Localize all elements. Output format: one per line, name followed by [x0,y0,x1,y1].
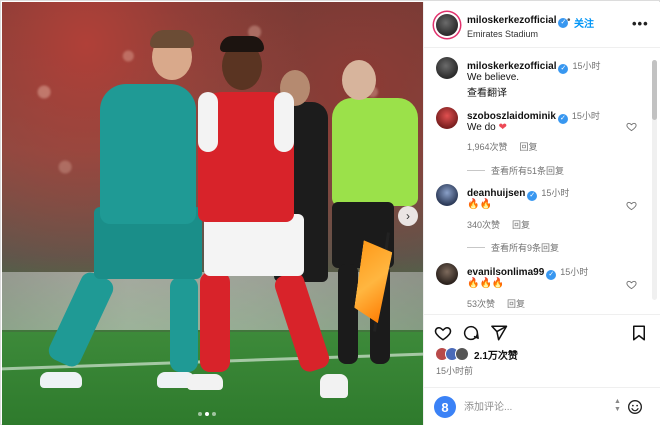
translate-link[interactable]: 查看翻译 [467,84,507,99]
comment-like-count[interactable]: 53次赞 [467,299,495,309]
likes-summary[interactable]: 2.1万次赞 [436,347,518,362]
carousel-dot-active [205,412,209,416]
liker-avatar [456,348,468,360]
teal-player-boot [40,372,82,388]
reply-button[interactable]: 回复 [520,142,538,152]
comment-avatar[interactable] [436,107,458,129]
reply-button[interactable]: 回复 [512,220,530,230]
more-icon[interactable]: ••• [632,16,649,31]
red-player-sleeve [198,92,218,152]
comment-text: 🔥🔥 [467,199,492,210]
scrollbar-thumb[interactable] [652,60,657,120]
red-player-shorts [204,214,304,276]
comment-time: 15小时 [571,111,600,121]
bookmark-icon[interactable] [630,324,648,342]
red-player-hair [220,36,264,52]
stepper-icon[interactable]: ▲ ▼ [614,398,621,414]
comment-input[interactable] [464,398,604,416]
teal-player-hair [150,30,194,48]
author-username-text[interactable]: miloskerkezofficial [467,15,556,26]
instagram-post-window: › miloskerkezofficial ✓ • 关注 Emirates Sta… [0,0,660,425]
comments-scrollbar[interactable] [652,60,657,300]
teal-player-shirt [100,84,196,224]
comment-text: We do ❤ [467,122,507,133]
caption-time: 15小时 [572,61,601,71]
referee-head [342,60,376,100]
comment-avatar[interactable] [436,263,458,285]
comment-meta: 1,964次赞 回复 [467,140,550,153]
heart-emoji: ❤ [498,122,507,133]
comment-meta: 340次赞 回复 [467,218,542,231]
comment-username[interactable]: deanhuijsen [467,188,525,199]
verified-icon: ✓ [546,270,557,280]
comment-like-count[interactable]: 340次赞 [467,220,500,230]
separator-dot: • [567,15,571,26]
referee-shirt [332,98,418,206]
heart-icon[interactable] [626,279,637,290]
carousel-dot [198,412,202,416]
red-player-sock [200,272,230,372]
comment-username[interactable]: szoboszlaidominik [467,111,556,122]
like-count[interactable]: 2.1万次赞 [474,347,518,362]
follow-button[interactable]: 关注 [574,15,594,30]
verified-icon: ✓ [557,114,568,124]
verified-icon: ✓ [558,64,569,74]
carousel-next-button[interactable]: › [398,206,418,226]
comment-like-count[interactable]: 1,964次赞 [467,142,508,152]
likers-avatars [436,348,470,360]
verified-icon: ✓ [527,191,538,201]
red-player-boot [320,374,348,398]
reply-button[interactable]: 回复 [507,299,525,309]
comment-text-body: We do [467,122,496,133]
heart-icon[interactable] [434,324,452,342]
chevron-right-icon: › [406,209,410,223]
comment-composer: 8 ▲▼ [424,387,660,425]
post-time: 15小时前 [436,366,474,376]
comment-username[interactable]: evanilsonlima99 [467,267,544,278]
heart-icon[interactable] [626,200,637,211]
comment-avatar[interactable] [436,184,458,206]
teal-player-leg [170,277,198,372]
comment-meta: 53次赞 回复 [467,297,537,310]
heart-icon[interactable] [626,121,637,132]
location-link[interactable]: Emirates Stadium [467,29,538,39]
post-side-panel: miloskerkezofficial ✓ • 关注 Emirates Stadi… [423,2,660,425]
caption-avatar[interactable] [436,57,458,79]
caption-username[interactable]: miloskerkezofficial [467,61,556,72]
referee-leg [338,264,358,364]
post-header: miloskerkezofficial ✓ • 关注 Emirates Stadi… [424,2,660,48]
red-player-boot [187,374,223,390]
comment-time: 15小时 [560,267,589,277]
comment-icon[interactable] [462,324,480,342]
emoji-icon[interactable] [627,399,643,415]
carousel-dot [212,412,216,416]
share-icon[interactable] [490,324,508,342]
red-player-sleeve [274,92,294,152]
view-replies-link[interactable]: 查看所有9条回复 [467,241,559,254]
current-user-avatar: 8 [434,396,456,418]
caption-text: We believe. [467,72,520,83]
post-photo[interactable]: › [2,2,423,425]
author-username[interactable]: miloskerkezofficial ✓ [467,15,569,28]
carousel-dots [198,412,216,416]
author-avatar[interactable] [436,14,458,36]
view-replies-link[interactable]: 查看所有51条回复 [467,164,564,177]
comment-time: 15小时 [541,188,570,198]
comment-text: 🔥🔥🔥 [467,278,505,289]
